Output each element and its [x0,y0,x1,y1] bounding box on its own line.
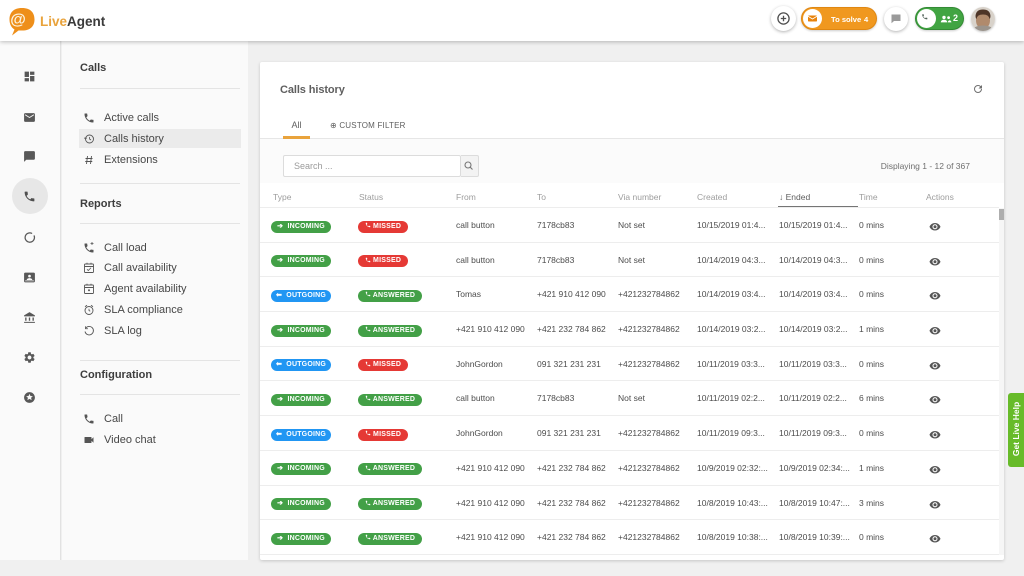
svg-text:@: @ [10,12,26,29]
